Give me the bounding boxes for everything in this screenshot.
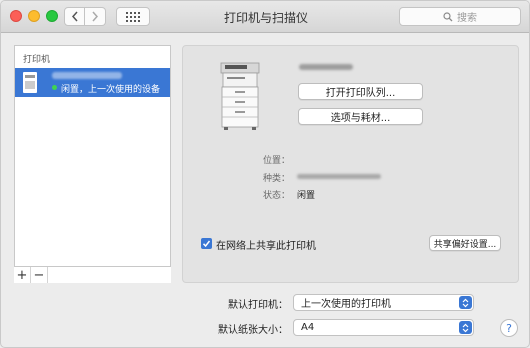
minimize-window-button[interactable]: [28, 10, 40, 22]
kind-label: 种类：: [263, 174, 291, 184]
back-button[interactable]: [64, 7, 85, 26]
close-window-button[interactable]: [10, 10, 22, 22]
title-bar: 打印机与扫描仪 搜索: [1, 1, 529, 33]
forward-button[interactable]: [85, 7, 106, 26]
printer-list-toolbar: + −: [14, 266, 171, 283]
printer-detail-panel: 打开打印队列... 选项与耗材... 位置： 种类： 状态： 闲置 在网络上共享…: [182, 45, 519, 283]
search-placeholder: 搜索: [457, 13, 477, 24]
window-title: 打印机与扫描仪: [223, 11, 308, 25]
printer-list-header: 打印机: [23, 55, 51, 65]
printer-status-text: 闲置，上一次使用的设备: [61, 85, 161, 95]
grid-icon: [126, 11, 140, 22]
default-paper-size-value: A4: [301, 322, 315, 333]
checkmark-icon: [202, 240, 211, 248]
updown-arrows-icon: [459, 321, 472, 334]
sharing-preferences-button[interactable]: 共享偏好设置...: [429, 235, 501, 251]
printers-scanners-window: 打印机与扫描仪 搜索 打印机 闲置，上一次使用的设备 + − 打开打印队列...…: [0, 0, 530, 348]
default-paper-size-select[interactable]: A4: [293, 319, 474, 336]
help-button[interactable]: ?: [500, 319, 518, 337]
status-idle-dot: [52, 85, 57, 90]
kind-value-redacted: [297, 174, 381, 179]
search-field[interactable]: 搜索: [399, 7, 521, 26]
default-printer-label: 默认打印机：: [228, 300, 288, 311]
search-icon: [443, 11, 453, 21]
printer-list-item[interactable]: 闲置，上一次使用的设备: [15, 68, 170, 97]
printer-name-redacted: [52, 72, 122, 79]
chevron-left-icon: [71, 11, 78, 22]
open-print-queue-button[interactable]: 打开打印队列...: [298, 83, 423, 100]
default-paper-size-label: 默认纸张大小：: [218, 325, 288, 336]
status-label: 状态：: [263, 191, 291, 201]
printer-list: 打印机 闲置，上一次使用的设备: [14, 45, 171, 283]
chevron-right-icon: [92, 11, 99, 22]
updown-arrows-icon: [459, 296, 472, 309]
remove-printer-button[interactable]: −: [31, 267, 48, 283]
add-printer-button[interactable]: +: [14, 267, 31, 283]
default-printer-select[interactable]: 上一次使用的打印机: [293, 294, 474, 311]
zoom-window-button[interactable]: [46, 10, 58, 22]
location-label: 位置：: [263, 156, 291, 166]
share-printer-label[interactable]: 在网络上共享此打印机: [216, 237, 316, 252]
default-printer-value: 上一次使用的打印机: [301, 299, 391, 310]
printer-icon: [220, 62, 260, 130]
printer-thumbnail-icon: [23, 72, 37, 93]
share-printer-checkbox[interactable]: [201, 238, 212, 249]
status-value: 闲置: [297, 191, 316, 201]
options-supplies-button[interactable]: 选项与耗材...: [298, 108, 423, 125]
show-all-button[interactable]: [116, 7, 150, 26]
printer-name-redacted: [299, 64, 353, 70]
